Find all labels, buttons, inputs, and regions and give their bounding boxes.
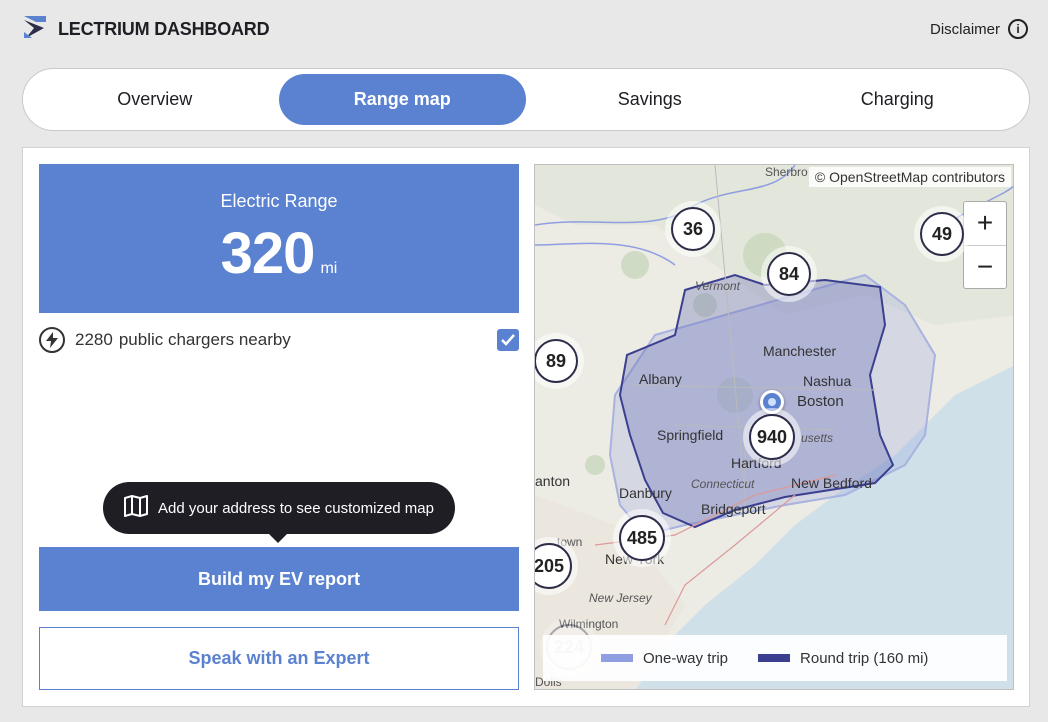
speak-with-expert-button[interactable]: Speak with an Expert — [39, 627, 519, 690]
map-icon — [124, 495, 148, 521]
disclaimer-link[interactable]: Disclaimer i — [930, 19, 1028, 39]
place-label: Nashua — [803, 373, 852, 389]
charger-cluster[interactable]: 485 — [619, 515, 665, 561]
tab-range-map[interactable]: Range map — [278, 74, 526, 125]
location-pin-icon[interactable] — [760, 390, 784, 414]
tooltip-arrow — [268, 533, 288, 543]
tab-savings[interactable]: Savings — [526, 74, 774, 125]
place-label: Manchester — [763, 343, 837, 359]
place-label: Albany — [639, 371, 682, 387]
charger-cluster[interactable]: 36 — [671, 207, 715, 251]
range-value-row: 320 mi — [39, 220, 519, 287]
tab-overview[interactable]: Overview — [31, 74, 279, 125]
tab-charging[interactable]: Charging — [774, 74, 1022, 125]
address-tooltip: Add your address to see customized map — [103, 482, 455, 534]
chargers-text: 2280 public chargers nearby — [75, 330, 297, 350]
map-attribution[interactable]: © OpenStreetMap contributors — [808, 167, 1011, 187]
info-icon: i — [1008, 19, 1028, 39]
disclaimer-label: Disclaimer — [929, 20, 1000, 38]
charger-cluster[interactable]: 89 — [535, 339, 578, 383]
electric-range-card: Electric Range 320 mi — [39, 164, 519, 313]
place-label: Danbury — [619, 485, 672, 501]
brand-title: LECTRIUM DASHBOARD — [58, 18, 270, 39]
place-label: usetts — [801, 431, 834, 445]
zoom-controls: + − — [963, 201, 1007, 289]
show-chargers-checkbox[interactable] — [497, 329, 519, 351]
charger-cluster[interactable]: 49 — [920, 212, 964, 256]
lectrium-logo-icon — [22, 14, 48, 45]
range-label: Electric Range — [220, 191, 338, 211]
tab-bar: Overview Range map Savings Charging — [22, 68, 1030, 131]
place-label: Boston — [797, 393, 844, 410]
brand[interactable]: LECTRIUM DASHBOARD — [22, 14, 270, 45]
charger-cluster[interactable]: 84 — [767, 252, 811, 296]
tooltip-text: Add your address to see customized map — [158, 499, 434, 517]
build-ev-report-button[interactable]: Build my EV report — [39, 547, 519, 611]
legend-round-trip-label: Round trip (160 mi) — [800, 649, 929, 667]
range-map-panel: Electric Range 320 mi 2280 public charger… — [22, 147, 1030, 707]
place-label: New Bedford — [791, 475, 872, 491]
legend-one-way: One-way trip — [601, 650, 728, 667]
place-label: anton — [535, 473, 571, 489]
range-map[interactable]: © OpenStreetMap contributors + − Sherbro… — [534, 164, 1014, 690]
place-label: Bridgeport — [701, 501, 766, 517]
chargers-row: 2280 public chargers nearby — [39, 326, 519, 354]
place-label: Springfield — [657, 427, 724, 443]
place-label: Sherbro — [765, 165, 808, 179]
chargers-label: public chargers nearby — [118, 330, 291, 349]
legend-one-way-label: One-way trip — [643, 649, 729, 667]
legend-round-trip: Round trip (160 mi) — [758, 650, 928, 667]
zoom-in-button[interactable]: + — [964, 202, 1006, 246]
charger-cluster[interactable]: 940 — [749, 414, 795, 460]
place-label: Connecticut — [691, 477, 755, 491]
app-header: LECTRIUM DASHBOARD Disclaimer i — [22, 14, 1028, 44]
round-trip-swatch — [758, 654, 791, 662]
chargers-count: 2280 — [75, 330, 113, 349]
zoom-out-button[interactable]: − — [964, 246, 1006, 289]
place-label: Vermont — [695, 279, 740, 293]
range-unit: mi — [320, 260, 338, 277]
map-legend: One-way trip Round trip (160 mi) — [543, 635, 1007, 681]
lightning-bolt-icon — [39, 327, 65, 353]
range-value: 320 — [220, 221, 316, 286]
place-label: New Jersey — [589, 591, 652, 605]
one-way-swatch — [601, 654, 633, 662]
